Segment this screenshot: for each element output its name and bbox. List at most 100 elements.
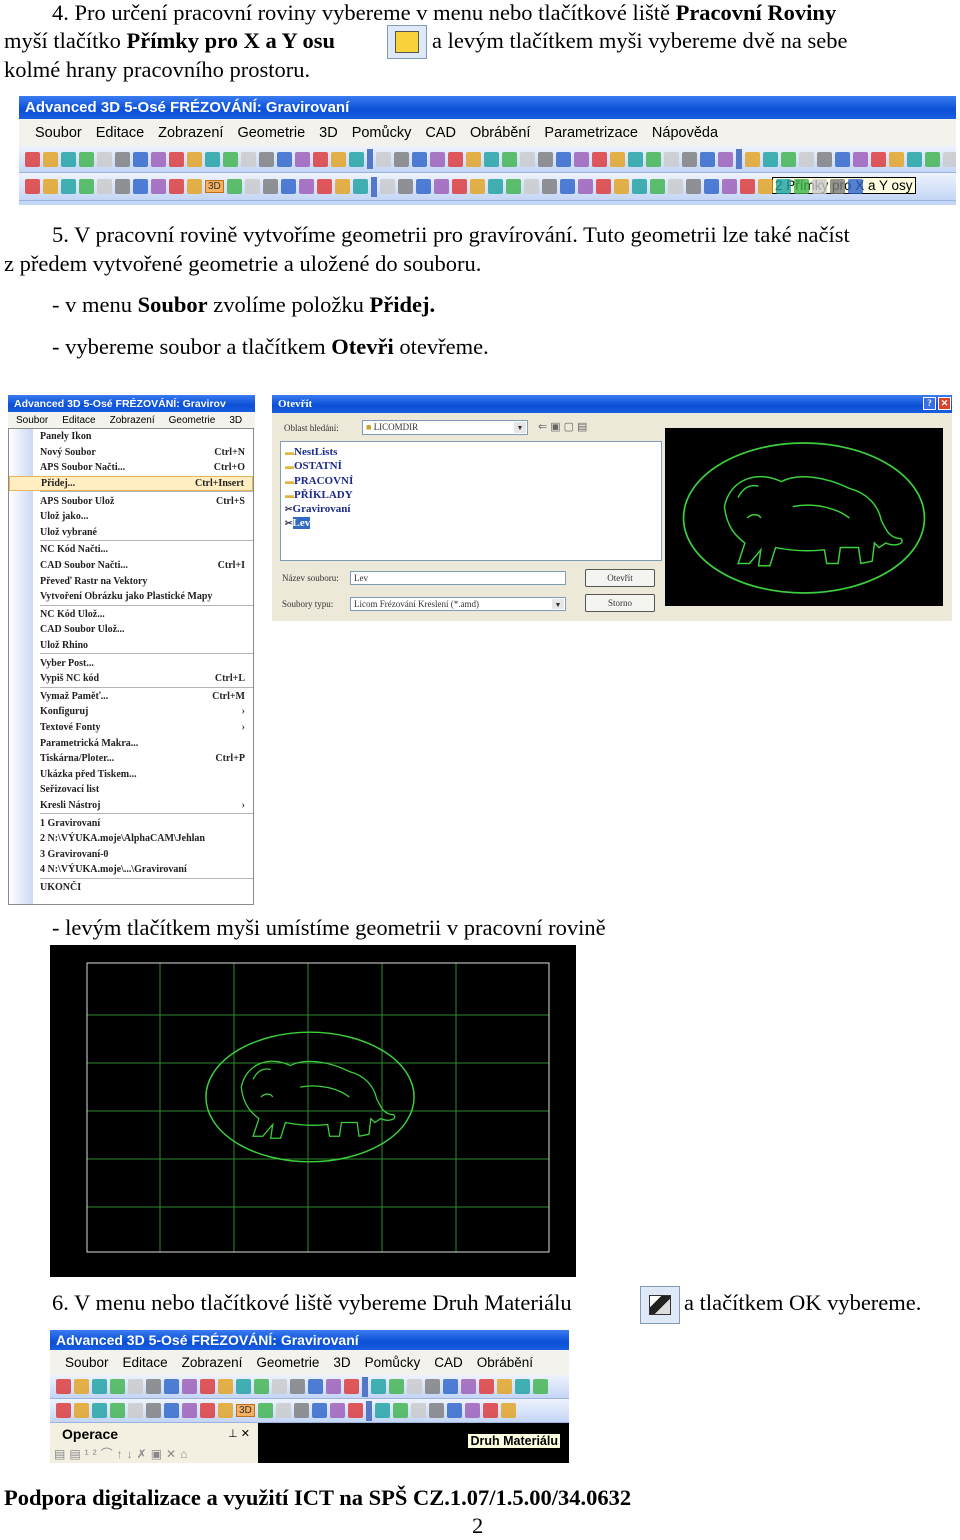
toolbar-button-icon[interactable]	[817, 151, 832, 167]
toolbar-button-icon[interactable]	[430, 151, 445, 167]
toolbar-button-icon[interactable]	[541, 179, 557, 194]
toolbar-button-icon[interactable]	[133, 179, 148, 194]
toolbar-button-icon[interactable]	[443, 1379, 458, 1394]
toolbar-grip[interactable]	[365, 1400, 372, 1421]
toolbar-button-icon[interactable]	[592, 151, 607, 167]
toolbar-button-icon[interactable]	[646, 151, 661, 167]
menu-zobrazení[interactable]: Zobrazení	[158, 125, 223, 141]
file-list-item[interactable]: ▬OSTATNÍ	[285, 459, 657, 473]
toolbar-button-icon[interactable]	[847, 179, 863, 194]
toolbar-button-icon[interactable]	[497, 1379, 512, 1394]
toolbar-button-icon[interactable]	[448, 151, 463, 167]
toolbar-button-icon[interactable]	[577, 179, 593, 194]
toolbar-button-icon[interactable]	[533, 1379, 548, 1394]
toolbar-button-icon[interactable]	[97, 179, 112, 194]
toolbar-button-icon[interactable]	[943, 151, 956, 167]
toolbar-button-icon[interactable]	[92, 1403, 107, 1418]
toolbar-button-icon[interactable]	[397, 179, 413, 194]
menu-item[interactable]: NC Kód Načti...	[9, 542, 253, 558]
file-list-item[interactable]: ▬NestLists	[285, 445, 657, 459]
operace-toolbar-icons[interactable]: ▤▤¹²⌒↑↓✗▣✕⌂	[54, 1445, 191, 1462]
toolbar-button-icon[interactable]	[379, 179, 395, 194]
menu-editace[interactable]: Editace	[123, 1355, 168, 1370]
help-icon[interactable]: ?	[923, 397, 936, 410]
cancel-button[interactable]: Storno	[585, 594, 655, 612]
menu-item[interactable]: APS Soubor Ulož Ctrl+S	[9, 493, 253, 509]
menu-item[interactable]: Ukázka před Tiskem...	[9, 766, 253, 782]
toolbar-button-icon[interactable]	[79, 151, 94, 167]
toolbar-grip[interactable]	[736, 149, 742, 169]
toolbar-button-icon[interactable]	[128, 1403, 143, 1418]
menu-item[interactable]: 1 Gravirovaní	[9, 815, 253, 831]
toolbar-button-icon[interactable]	[376, 151, 391, 167]
menu-item[interactable]: Přidej... Ctrl+Insert	[9, 475, 253, 492]
toolbar-button-icon[interactable]	[487, 179, 503, 194]
toolbar-button-icon[interactable]	[164, 1403, 179, 1418]
toolbar-button-icon[interactable]	[500, 1403, 516, 1418]
menu-item[interactable]: 4 N:\VÝUKA.moje\...\Gravirovaní	[9, 862, 253, 878]
toolbar-button-icon[interactable]	[334, 179, 350, 194]
toolbar-button-icon[interactable]	[757, 179, 773, 194]
file-type-select[interactable]: Licom Frézování Kreslení (*.amd) ▼	[350, 597, 566, 611]
toolbar-button-icon[interactable]	[25, 151, 40, 167]
toolbar-button-icon[interactable]	[200, 1403, 215, 1418]
toolbar-button-icon[interactable]	[308, 1379, 323, 1394]
toolbar-button-icon[interactable]	[352, 179, 368, 194]
menu-item[interactable]: Ulož Rhino	[9, 638, 253, 654]
toolbar-button-icon[interactable]	[907, 151, 922, 167]
toolbar-button-icon[interactable]	[115, 179, 130, 194]
toolbar-button-icon[interactable]	[410, 1403, 426, 1418]
menu-cad[interactable]: CAD	[425, 125, 456, 141]
filename-input[interactable]: Lev	[350, 571, 566, 585]
toolbar-button-icon[interactable]	[479, 1379, 494, 1394]
toolbar-button-icon[interactable]	[61, 151, 76, 167]
file-list-item[interactable]: ✂Lev	[285, 516, 657, 530]
menu-zobrazení[interactable]: Zobrazení	[110, 415, 155, 426]
menu-editace[interactable]: Editace	[96, 125, 144, 141]
toolbar-button-icon[interactable]	[92, 1379, 107, 1394]
toolbar-button-icon[interactable]	[425, 1379, 440, 1394]
toolbar-button-icon[interactable]	[151, 151, 166, 167]
toolbar-button-icon[interactable]	[313, 151, 328, 167]
toolbar-button-icon[interactable]	[745, 151, 760, 167]
toolbar-button-icon[interactable]	[146, 1403, 161, 1418]
open-button[interactable]: Otevřít	[585, 569, 655, 587]
toolbar-button-icon[interactable]	[344, 1379, 359, 1394]
toolbar-button-icon[interactable]	[128, 1379, 143, 1394]
toolbar-button-icon[interactable]	[205, 151, 220, 167]
toolbar-button-icon[interactable]	[241, 151, 256, 167]
menu-item[interactable]: Konfiguruj ›	[9, 704, 253, 720]
toolbar-button-icon[interactable]	[682, 151, 697, 167]
toolbar-button-icon[interactable]	[74, 1403, 89, 1418]
toolbar-button-icon[interactable]	[556, 151, 571, 167]
toolbar-button-icon[interactable]	[316, 179, 332, 194]
file-list-item[interactable]: ✂Gravirovaní	[285, 502, 657, 516]
toolbar-button-icon[interactable]	[275, 1403, 291, 1418]
dialog-nav-icons[interactable]: ⇐▣▢▤	[538, 420, 590, 433]
close-icon[interactable]: ✕	[938, 397, 951, 410]
toolbar-button-icon[interactable]	[169, 179, 184, 194]
toolbar-button-icon[interactable]	[182, 1379, 197, 1394]
toolbar-button-icon[interactable]	[187, 151, 202, 167]
menu-geometrie[interactable]: Geometrie	[237, 125, 305, 141]
toolbar-button-icon[interactable]	[811, 179, 827, 194]
toolbar-button-icon[interactable]	[236, 1379, 251, 1394]
toolbar-button-icon[interactable]	[775, 179, 791, 194]
toolbar-button-icon[interactable]	[254, 1379, 269, 1394]
toolbar-button-icon[interactable]	[164, 1379, 179, 1394]
toolbar-button-icon[interactable]	[799, 151, 814, 167]
menu-nápověda[interactable]: Nápověda	[652, 125, 718, 141]
toolbar-button-icon[interactable]	[703, 179, 719, 194]
toolbar-button-icon[interactable]	[433, 179, 449, 194]
toolbar-button-icon[interactable]	[182, 1403, 197, 1418]
toolbar-button-icon[interactable]	[871, 151, 886, 167]
menu-soubor[interactable]: Soubor	[16, 415, 48, 426]
toolbar-button-icon[interactable]	[428, 1403, 444, 1418]
toolbar-button-icon[interactable]	[56, 1379, 71, 1394]
toolbar-button-icon[interactable]	[280, 179, 296, 194]
menu-item[interactable]: Vyber Post...	[9, 655, 253, 671]
menu-item[interactable]: Panely Ikon	[9, 429, 253, 445]
toolbar-button-icon[interactable]	[889, 151, 904, 167]
toolbar-button-icon[interactable]	[464, 1403, 480, 1418]
toolbar-button-icon[interactable]	[505, 179, 521, 194]
